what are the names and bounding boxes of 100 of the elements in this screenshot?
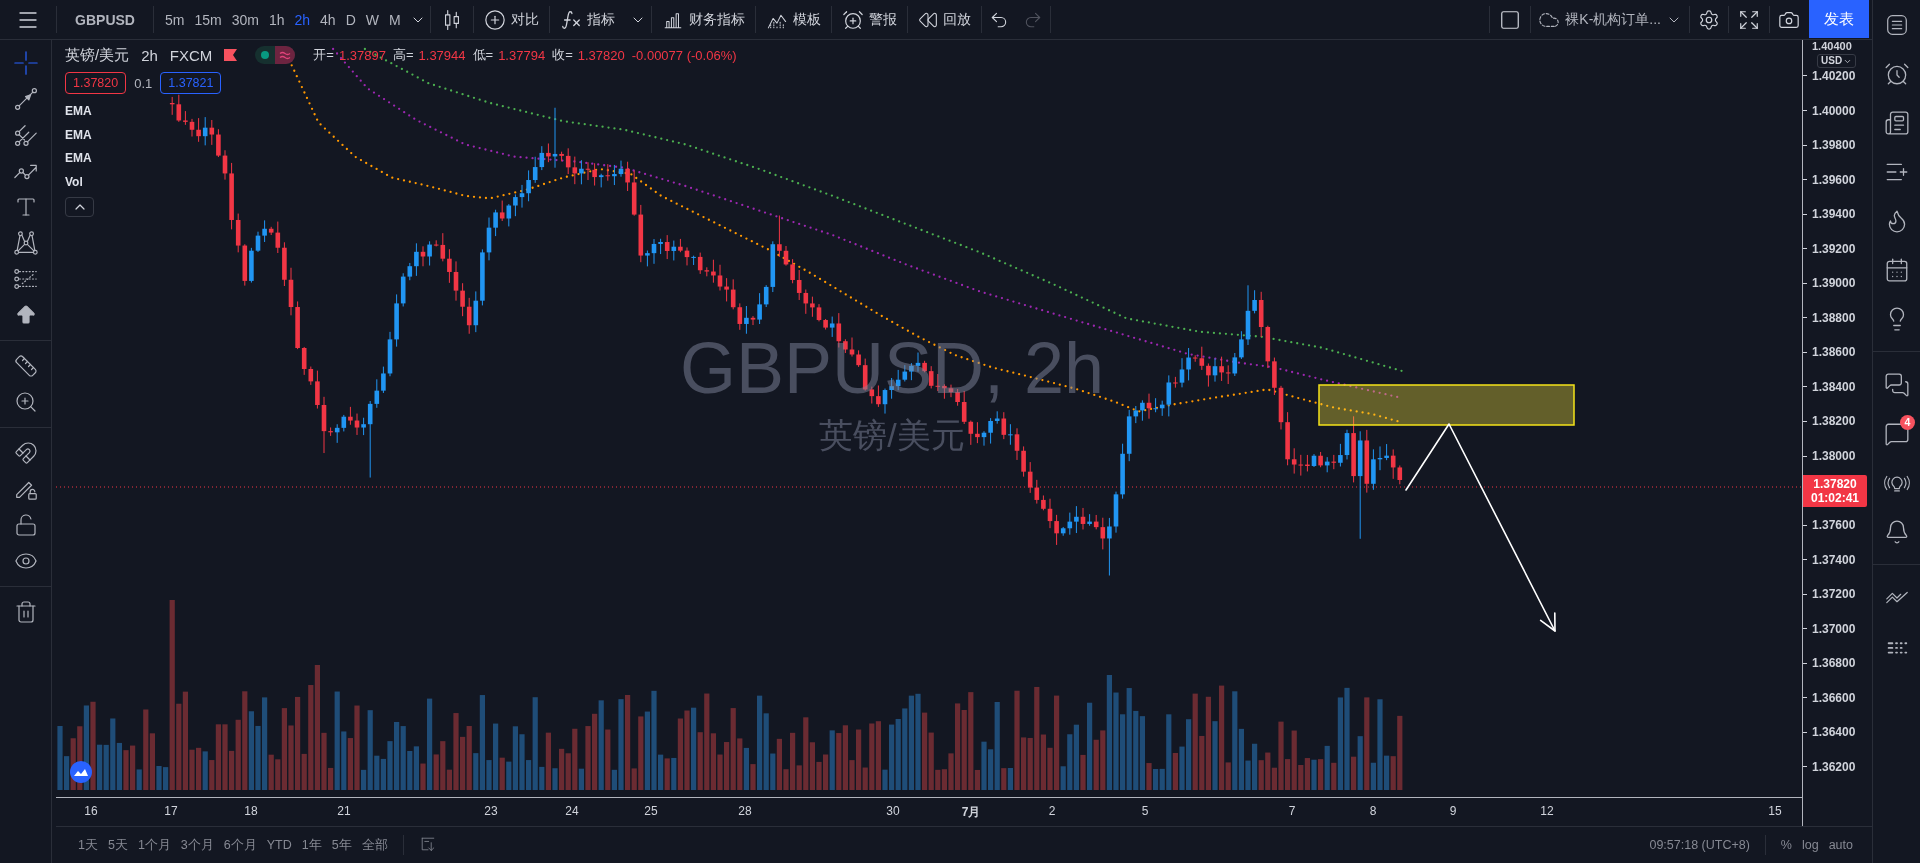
flag-icon bbox=[224, 49, 238, 61]
zoom-in-icon bbox=[13, 390, 38, 414]
study-label: EMA bbox=[65, 150, 92, 167]
fullscreen-icon bbox=[1738, 8, 1760, 31]
toolbar-button[interactable]: 回放 bbox=[907, 0, 981, 39]
interval-button[interactable]: 2h bbox=[289, 0, 316, 39]
toolbar-button[interactable]: 财务指标 bbox=[651, 0, 755, 39]
toolbar-button[interactable]: 模板 bbox=[755, 0, 831, 39]
time-scale-label: 15 bbox=[1768, 804, 1782, 818]
ohlc-value: 1.37794 bbox=[498, 47, 546, 63]
newspaper-icon bbox=[1883, 109, 1910, 136]
price-scale-label: 1.39400 bbox=[1812, 207, 1856, 222]
price-scale-label: 1.36400 bbox=[1812, 725, 1856, 740]
price-scale-label: 1.37600 bbox=[1812, 518, 1856, 533]
countdown-label: 01:02:41 bbox=[1810, 490, 1859, 505]
range-button[interactable]: 全部 bbox=[356, 833, 393, 857]
ohlc-label: 开= bbox=[313, 46, 334, 64]
publish-button[interactable]: 发表 bbox=[1809, 0, 1869, 38]
symbol-name: 英镑/美元 bbox=[65, 45, 130, 65]
interval-button[interactable]: M bbox=[384, 0, 406, 39]
time-scale-label: 24 bbox=[565, 804, 579, 818]
ruler-icon bbox=[13, 354, 38, 378]
range-button[interactable]: 1年 bbox=[296, 833, 327, 857]
range-button[interactable]: 5天 bbox=[102, 833, 133, 857]
pitchfork-icon bbox=[12, 122, 39, 148]
price-scale-label: 1.37000 bbox=[1812, 621, 1856, 636]
collapse-button[interactable] bbox=[65, 197, 94, 217]
square-icon bbox=[1499, 8, 1522, 31]
time-scale-label: 16 bbox=[84, 804, 98, 818]
time-scale-label: 23 bbox=[484, 804, 498, 818]
symbol-button[interactable]: GBPUSD bbox=[57, 0, 153, 39]
scale-option-button[interactable]: log bbox=[1796, 833, 1824, 857]
price-scale-label: 1.39000 bbox=[1812, 276, 1856, 291]
price-scale-label: 1.38600 bbox=[1812, 345, 1856, 360]
name-watermark: 英镑/美元 bbox=[819, 418, 965, 452]
time-scale-label: 30 bbox=[886, 804, 900, 818]
toolbar-button[interactable]: 指标 bbox=[549, 0, 625, 39]
settings-icon bbox=[1698, 8, 1720, 31]
spread-value: 0.1 bbox=[134, 75, 153, 91]
interval-label: 2h bbox=[141, 46, 158, 64]
price-scale-label: 1.36200 bbox=[1812, 759, 1856, 774]
time-scale-label: 2 bbox=[1048, 804, 1056, 818]
ohlc-label: 收= bbox=[552, 46, 573, 64]
alarm-plus-icon bbox=[841, 8, 864, 31]
interval-button[interactable]: 5m bbox=[160, 0, 190, 39]
time-scale-label: 17 bbox=[164, 804, 178, 818]
notification-badge: 4 bbox=[1900, 415, 1915, 430]
study-label: EMA bbox=[65, 126, 92, 144]
price-scale-label: 1.39800 bbox=[1812, 138, 1856, 153]
interval-button[interactable]: 15m bbox=[189, 0, 227, 39]
range-button[interactable]: 3个月 bbox=[175, 833, 219, 857]
pattern-icon bbox=[12, 230, 39, 256]
interval-button[interactable]: D bbox=[340, 0, 361, 39]
toolbar-button[interactable]: 警报 bbox=[831, 0, 907, 39]
range-button[interactable]: 1个月 bbox=[132, 833, 176, 857]
range-button[interactable]: 5年 bbox=[326, 833, 357, 857]
scale-option-button[interactable]: % bbox=[1775, 833, 1797, 857]
ohlc-label: 高= bbox=[392, 46, 414, 64]
time-scale-label: 8 bbox=[1369, 804, 1377, 818]
range-button[interactable]: 6个月 bbox=[218, 833, 262, 857]
trend-line-icon bbox=[12, 86, 39, 112]
price-scale-label: 1.40000 bbox=[1812, 103, 1856, 118]
price-scale-label: 1.39600 bbox=[1812, 172, 1856, 187]
toggle-icon bbox=[255, 46, 296, 64]
price-change: -0.00077 (-0.06%) bbox=[631, 47, 737, 63]
time-scale-label: 18 bbox=[244, 804, 258, 818]
price-scale-label: 1.38400 bbox=[1812, 379, 1856, 394]
layout-button[interactable]: 裸K-机构订单... bbox=[1531, 0, 1689, 39]
interval-button[interactable]: 1h bbox=[263, 0, 290, 39]
scale-option-button[interactable]: auto bbox=[1823, 833, 1858, 857]
time-scale-label: 21 bbox=[337, 804, 351, 818]
price-scale-label: 1.38200 bbox=[1812, 414, 1856, 429]
unlock-icon bbox=[13, 513, 38, 537]
crosshair-icon bbox=[12, 50, 39, 76]
buy-price-button[interactable]: 1.37821 bbox=[160, 72, 222, 94]
currency-dropdown[interactable]: USD bbox=[1817, 54, 1857, 68]
range-button[interactable]: 1天 bbox=[73, 833, 103, 857]
logo-badge-icon bbox=[70, 761, 92, 783]
ohlc-value: 1.37944 bbox=[418, 47, 466, 63]
interval-button[interactable]: W bbox=[360, 0, 384, 39]
sidebar-button[interactable]: 4 bbox=[1873, 409, 1920, 458]
price-scale-label: 1.36600 bbox=[1812, 690, 1856, 705]
interval-button[interactable]: 30m bbox=[226, 0, 264, 39]
time-scale-label: 5 bbox=[1141, 804, 1149, 818]
timezone-button[interactable]: 09:57:18 (UTC+8) bbox=[1644, 833, 1755, 857]
price-scale-label: 1.39200 bbox=[1812, 241, 1856, 256]
time-scale-label: 9 bbox=[1449, 804, 1457, 818]
price-scale-label: 1.40200 bbox=[1812, 69, 1856, 83]
interval-button[interactable]: 4h bbox=[315, 0, 341, 39]
range-button[interactable]: YTD bbox=[261, 833, 297, 857]
study-label: EMA bbox=[65, 103, 92, 120]
magnet-icon bbox=[13, 441, 38, 465]
price-scale-label: 1.37200 bbox=[1812, 587, 1856, 602]
price-scale-label: 1.40400 bbox=[1812, 40, 1852, 52]
sell-price-button[interactable]: 1.37820 bbox=[65, 72, 127, 94]
time-scale-label: 28 bbox=[738, 804, 752, 818]
toolbar-button[interactable]: 对比 bbox=[473, 0, 549, 39]
ohlc-value: 1.37897 bbox=[338, 47, 386, 63]
plus-circle-icon bbox=[483, 8, 506, 31]
study-label: Vol bbox=[65, 173, 84, 191]
